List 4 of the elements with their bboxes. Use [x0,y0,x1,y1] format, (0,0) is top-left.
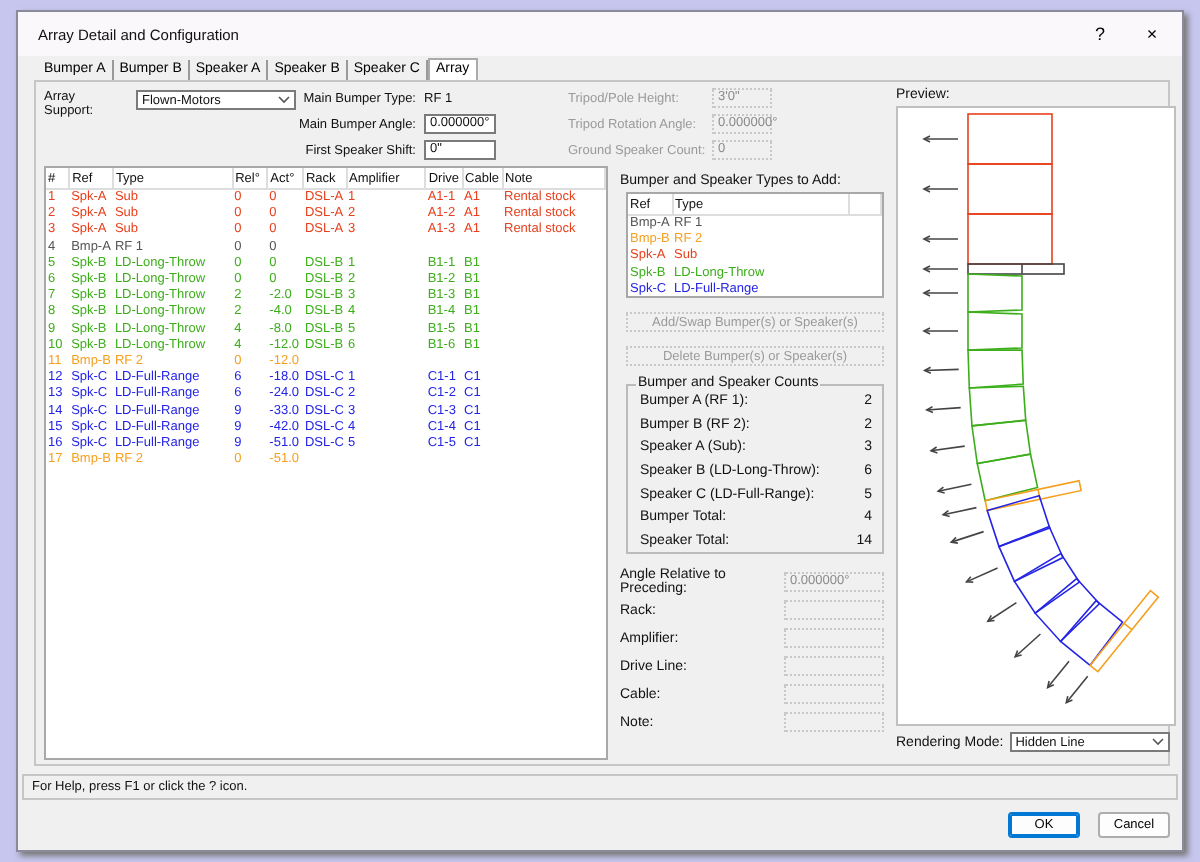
help-button[interactable]: ? [1078,16,1122,52]
chevron-down-icon [1151,738,1164,746]
chevron-down-icon [278,96,290,104]
close-button[interactable]: × [1130,16,1174,52]
